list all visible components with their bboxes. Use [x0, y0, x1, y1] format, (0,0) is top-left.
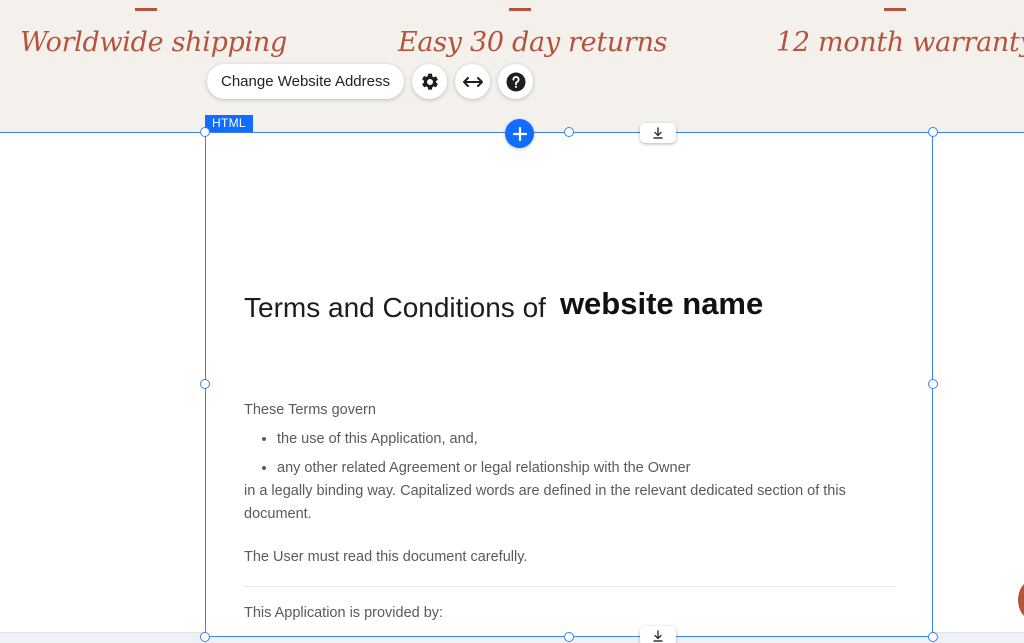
title-text: Terms and Conditions of	[244, 292, 546, 323]
resize-handle-top-left[interactable]	[200, 127, 210, 137]
feature-dash	[509, 8, 531, 11]
element-type-label: HTML	[205, 115, 253, 132]
terms-list: the use of this Application, and, any ot…	[244, 428, 896, 480]
stretch-bottom-button[interactable]	[640, 626, 676, 643]
help-button[interactable]	[498, 64, 533, 99]
stretch-button[interactable]	[455, 64, 490, 99]
document-body: These Terms govern the use of this Appli…	[244, 399, 896, 625]
add-section-button[interactable]	[505, 119, 534, 148]
chat-bubble-button[interactable]	[1018, 580, 1024, 620]
html-embed-frame[interactable]: Terms and Conditions of website name Thes…	[205, 132, 933, 637]
intro-text: These Terms govern	[244, 402, 376, 418]
feature-dash	[135, 8, 157, 11]
binding-text: in a legally binding way. Capitalized wo…	[244, 483, 846, 522]
document-title: Terms and Conditions of website name	[244, 286, 764, 325]
stretch-top-button[interactable]	[640, 123, 676, 143]
feature-label: 12 month warranty	[776, 27, 1024, 58]
resize-handle-top-right[interactable]	[928, 127, 938, 137]
section-boundary-line	[933, 132, 1024, 133]
resize-handle-left[interactable]	[200, 379, 210, 389]
read-notice: The User must read this document careful…	[244, 549, 528, 565]
feature-label: Easy 30 day returns	[398, 27, 668, 58]
gear-icon	[421, 73, 438, 90]
list-item: any other related Agreement or legal rel…	[277, 457, 896, 480]
feature-warranty: 12 month warranty	[776, 8, 1024, 58]
resize-handle-bottom-right[interactable]	[928, 632, 938, 642]
plus-icon	[512, 126, 527, 141]
resize-handle-right[interactable]	[928, 379, 938, 389]
settings-button[interactable]	[412, 64, 447, 99]
arrow-down-to-line-icon	[653, 630, 663, 642]
site-name: website name	[559, 286, 764, 321]
change-website-address-button[interactable]: Change Website Address	[207, 64, 404, 99]
resize-handle-bottom[interactable]	[564, 632, 574, 642]
help-icon	[506, 72, 525, 91]
feature-worldwide-shipping: Worldwide shipping	[20, 8, 287, 58]
feature-label: Worldwide shipping	[20, 27, 287, 58]
resize-handle-bottom-left[interactable]	[200, 632, 210, 642]
list-item: the use of this Application, and,	[277, 428, 896, 451]
stretch-arrows-icon	[462, 76, 483, 87]
feature-dash	[884, 8, 906, 11]
arrow-down-to-line-icon	[653, 127, 663, 139]
element-toolbar: Change Website Address	[207, 64, 533, 99]
resize-handle-top[interactable]	[564, 127, 574, 137]
content-divider	[244, 586, 896, 587]
section-boundary-line	[0, 132, 205, 133]
feature-easy-returns: Easy 30 day returns	[398, 8, 668, 58]
provided-by-text: This Application is provided by:	[244, 605, 444, 621]
